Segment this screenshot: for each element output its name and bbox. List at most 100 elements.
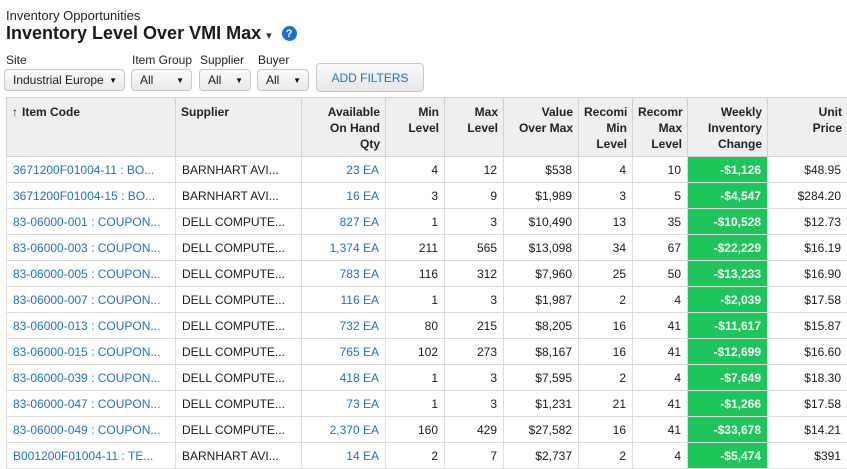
max-level-cell: 565: [445, 235, 504, 261]
item-code-link[interactable]: 83-06000-015 : COUPON...: [7, 339, 176, 365]
item-code-link[interactable]: 83-06000-005 : COUPON...: [7, 261, 176, 287]
help-icon[interactable]: ?: [282, 26, 297, 41]
recommended-min-cell: 2: [579, 365, 633, 391]
weekly-change-cell: -$1,126: [688, 157, 768, 183]
value-over-max-cell: $8,205: [504, 313, 579, 339]
page-title-row[interactable]: Inventory Level Over VMI Max ▾ ?: [6, 23, 297, 44]
column-header-min-level[interactable]: Min Level: [386, 98, 445, 157]
column-header-available-qty[interactable]: Available On Hand Qty: [302, 98, 386, 157]
dropdown-arrow-icon: ▼: [176, 76, 184, 85]
buyer-select-value: All: [266, 73, 279, 87]
unit-price-cell: $16.60: [768, 339, 847, 365]
min-level-cell: 4: [386, 157, 445, 183]
dropdown-arrow-icon: ▼: [293, 76, 301, 85]
recommended-max-cell: 10: [633, 157, 688, 183]
min-level-cell: 1: [386, 209, 445, 235]
available-qty-link[interactable]: 418 EA: [302, 365, 386, 391]
weekly-change-cell: -$12,699: [688, 339, 768, 365]
item-code-link[interactable]: 83-06000-039 : COUPON...: [7, 365, 176, 391]
item-code-link[interactable]: 83-06000-049 : COUPON...: [7, 417, 176, 443]
available-qty-link[interactable]: 16 EA: [302, 183, 386, 209]
item-code-link[interactable]: 83-06000-003 : COUPON...: [7, 235, 176, 261]
column-header-unit-price[interactable]: Unit Price: [768, 98, 847, 157]
item-code-link[interactable]: 83-06000-001 : COUPON...: [7, 209, 176, 235]
value-over-max-cell: $7,595: [504, 365, 579, 391]
recommended-max-cell: 4: [633, 287, 688, 313]
table-row: 83-06000-015 : COUPON...DELL COMPUTE...7…: [7, 339, 847, 365]
page-title[interactable]: Inventory Level Over VMI Max: [6, 23, 261, 44]
max-level-cell: 429: [445, 417, 504, 443]
supplier-select[interactable]: All ▼: [199, 69, 251, 91]
supplier-cell: DELL COMPUTE...: [176, 417, 302, 443]
table-row: 83-06000-003 : COUPON...DELL COMPUTE...1…: [7, 235, 847, 261]
available-qty-link[interactable]: 1,374 EA: [302, 235, 386, 261]
item-code-link[interactable]: 3671200F01004-15 : BO...: [7, 183, 176, 209]
column-header-weekly-change[interactable]: Weekly Inventory Change: [688, 98, 768, 157]
max-level-cell: 273: [445, 339, 504, 365]
available-qty-link[interactable]: 73 EA: [302, 391, 386, 417]
filter-label-site: Site: [6, 53, 27, 67]
available-qty-link[interactable]: 765 EA: [302, 339, 386, 365]
available-qty-link[interactable]: 732 EA: [302, 313, 386, 339]
recommended-max-cell: 41: [633, 391, 688, 417]
sort-ascending-icon[interactable]: ↑: [12, 105, 18, 119]
recommended-min-cell: 4: [579, 157, 633, 183]
recommended-max-cell: 41: [633, 417, 688, 443]
column-header-recommended-max[interactable]: Recomr Max Level: [633, 98, 688, 157]
recommended-min-cell: 21: [579, 391, 633, 417]
buyer-select[interactable]: All ▼: [257, 69, 309, 91]
item-code-link[interactable]: 83-06000-047 : COUPON...: [7, 391, 176, 417]
item-group-select[interactable]: All ▼: [131, 69, 192, 91]
chevron-down-icon[interactable]: ▾: [266, 29, 272, 42]
item-group-select-value: All: [140, 73, 153, 87]
recommended-max-cell: 4: [633, 365, 688, 391]
weekly-change-cell: -$7,649: [688, 365, 768, 391]
value-over-max-cell: $1,987: [504, 287, 579, 313]
min-level-cell: 3: [386, 183, 445, 209]
unit-price-cell: $48.95: [768, 157, 847, 183]
available-qty-link[interactable]: 827 EA: [302, 209, 386, 235]
recommended-max-cell: 5: [633, 183, 688, 209]
table-row: 83-06000-007 : COUPON...DELL COMPUTE...1…: [7, 287, 847, 313]
column-header-supplier[interactable]: Supplier: [176, 98, 302, 157]
table-row: 3671200F01004-11 : BO...BARNHART AVI...2…: [7, 157, 847, 183]
item-code-link[interactable]: 3671200F01004-11 : BO...: [7, 157, 176, 183]
recommended-min-cell: 25: [579, 261, 633, 287]
value-over-max-cell: $1,989: [504, 183, 579, 209]
column-header-item-code[interactable]: ↑Item Code: [7, 98, 176, 157]
value-over-max-cell: $13,098: [504, 235, 579, 261]
weekly-change-cell: -$2,039: [688, 287, 768, 313]
unit-price-cell: $16.90: [768, 261, 847, 287]
filter-label-item-group: Item Group: [132, 53, 192, 67]
item-code-link[interactable]: 83-06000-007 : COUPON...: [7, 287, 176, 313]
value-over-max-cell: $7,960: [504, 261, 579, 287]
recommended-max-cell: 41: [633, 313, 688, 339]
add-filters-button[interactable]: ADD FILTERS: [316, 63, 424, 92]
value-over-max-cell: $10,490: [504, 209, 579, 235]
available-qty-link[interactable]: 2,370 EA: [302, 417, 386, 443]
max-level-cell: 215: [445, 313, 504, 339]
column-header-value-over-max[interactable]: Value Over Max: [504, 98, 579, 157]
min-level-cell: 1: [386, 391, 445, 417]
column-header-recommended-min[interactable]: Recomi Min Level: [579, 98, 633, 157]
recommended-max-cell: 41: [633, 339, 688, 365]
max-level-cell: 12: [445, 157, 504, 183]
unit-price-cell: $12.73: [768, 209, 847, 235]
available-qty-link[interactable]: 116 EA: [302, 287, 386, 313]
column-header-max-level[interactable]: Max Level: [445, 98, 504, 157]
supplier-cell: DELL COMPUTE...: [176, 209, 302, 235]
site-select[interactable]: Industrial Europe ▼: [4, 69, 125, 91]
table-row: 83-06000-005 : COUPON...DELL COMPUTE...7…: [7, 261, 847, 287]
available-qty-link[interactable]: 783 EA: [302, 261, 386, 287]
supplier-cell: BARNHART AVI...: [176, 183, 302, 209]
filter-label-supplier: Supplier: [200, 53, 244, 67]
table-row: 83-06000-047 : COUPON...DELL COMPUTE...7…: [7, 391, 847, 417]
available-qty-link[interactable]: 23 EA: [302, 157, 386, 183]
item-code-link[interactable]: 83-06000-013 : COUPON...: [7, 313, 176, 339]
max-level-cell: 3: [445, 391, 504, 417]
recommended-min-cell: 34: [579, 235, 633, 261]
site-select-value: Industrial Europe: [13, 73, 104, 87]
value-over-max-cell: $1,231: [504, 391, 579, 417]
supplier-select-value: All: [208, 73, 221, 87]
weekly-change-cell: -$13,233: [688, 261, 768, 287]
